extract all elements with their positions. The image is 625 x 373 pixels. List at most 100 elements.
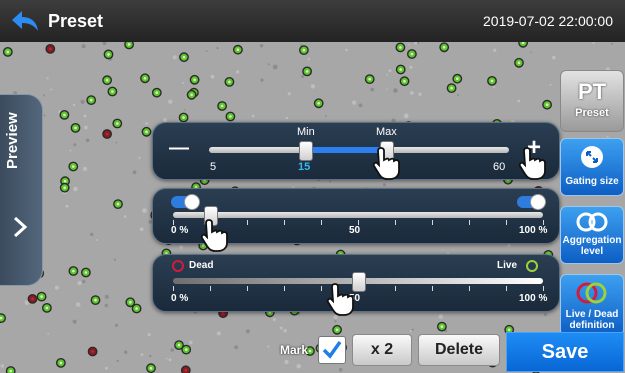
scale-tick [469, 220, 470, 225]
cell [27, 293, 38, 304]
background-speck [414, 42, 418, 45]
aggregation-left-toggle[interactable] [171, 194, 200, 210]
background-speck [69, 149, 72, 152]
background-speck [179, 245, 183, 249]
cell [140, 73, 150, 84]
cell [102, 75, 113, 86]
scale-tick [543, 286, 544, 291]
live-dead-scale-start: 0 % [171, 293, 189, 304]
preview-tab[interactable]: Preview [0, 94, 43, 286]
background-speck [358, 103, 363, 108]
scale-tick [173, 286, 174, 291]
save-button[interactable]: Save [506, 332, 624, 372]
scale-tick [210, 286, 211, 291]
preset-button-label: Preset [575, 107, 609, 119]
cell [151, 87, 162, 98]
live-dead-scale-end: 100 % [519, 293, 548, 304]
gating-size-panel: — Min Max 5 15 60 + [152, 122, 560, 180]
live-dead-definition-button[interactable]: Live / Dead definition [560, 274, 624, 336]
cell [90, 295, 101, 306]
mark-label: Mark [280, 343, 309, 357]
background-speck [183, 109, 186, 111]
background-speck [345, 48, 348, 52]
x2-button[interactable]: x 2 [352, 334, 412, 366]
background-speck [388, 69, 392, 72]
cell [36, 291, 47, 302]
aggregation-scale-mid: 50 [349, 225, 361, 236]
min-value: 15 [298, 161, 311, 173]
delete-button[interactable]: Delete [418, 334, 500, 366]
hand-pointer-icon [326, 283, 354, 316]
background-speck [76, 302, 81, 307]
aggregation-level-button[interactable]: Aggregation level [560, 206, 624, 264]
background-speck [408, 43, 410, 46]
background-speck [301, 75, 305, 78]
background-speck [145, 122, 149, 125]
background-speck [113, 258, 117, 261]
scale-tick [506, 286, 507, 291]
background-speck [383, 183, 386, 187]
live-dead-button-label-1: Live / Dead [565, 309, 619, 320]
background-speck [310, 84, 316, 89]
cell [217, 101, 228, 111]
gating-min-handle[interactable] [299, 141, 313, 161]
background-speck [115, 323, 119, 327]
mark-checkbox[interactable] [318, 336, 346, 364]
preset-button[interactable]: PT Preset [560, 70, 624, 132]
cell [186, 89, 197, 100]
back-arrow-icon[interactable] [10, 9, 40, 33]
background-speck [139, 227, 144, 231]
minus-button[interactable]: — [169, 137, 189, 160]
live-label: Live [497, 260, 518, 271]
cell [439, 42, 450, 53]
min-label: Min [297, 126, 315, 138]
chevron-right-icon[interactable] [10, 215, 30, 239]
background-speck [334, 320, 337, 323]
top-bar: Preset 2019-07-02 22:00:00 [0, 0, 625, 42]
cell [179, 52, 189, 63]
cell [45, 44, 56, 54]
background-speck [457, 94, 459, 96]
background-speck [329, 180, 332, 183]
checkmark-icon [322, 340, 342, 359]
background-speck [417, 42, 420, 45]
background-speck [81, 44, 86, 49]
background-speck [83, 114, 87, 118]
background-speck [96, 239, 99, 241]
cell [232, 44, 243, 55]
cell [59, 110, 70, 120]
scale-tick [432, 220, 433, 225]
background-speck [123, 215, 127, 218]
microscope-view: Preview — Min Max 5 15 60 + 0 % 50 100 % [0, 42, 625, 373]
scale-tick [543, 220, 544, 225]
cell [514, 57, 524, 68]
aggregation-scale-end: 100 % [519, 225, 548, 236]
background-speck [72, 103, 76, 107]
hand-pointer-icon [372, 147, 400, 180]
live-circle-icon [526, 260, 538, 272]
cell [446, 83, 457, 93]
cell [124, 42, 134, 50]
background-speck [272, 318, 276, 321]
background-speck [54, 285, 59, 290]
cell [113, 199, 123, 210]
cell [68, 266, 79, 276]
scale-tick [321, 220, 322, 225]
dead-circle-icon [172, 260, 184, 272]
background-speck [592, 42, 595, 44]
scale-tick [469, 286, 470, 291]
page-title: Preset [48, 11, 104, 31]
background-speck [267, 63, 270, 66]
background-speck [43, 114, 46, 117]
background-speck [46, 77, 49, 80]
cell [2, 46, 13, 57]
cell [70, 123, 81, 133]
cell [452, 73, 463, 84]
bottom-bar: Mark x 2 Delete Save [0, 330, 625, 373]
date-time: 2019-07-02 22:00:00 [483, 13, 613, 29]
gating-size-button[interactable]: Gating size [560, 138, 624, 196]
preset-icon: PT [577, 79, 607, 104]
cell [86, 95, 97, 105]
background-speck [236, 70, 240, 74]
aggregation-right-toggle[interactable] [517, 194, 546, 210]
